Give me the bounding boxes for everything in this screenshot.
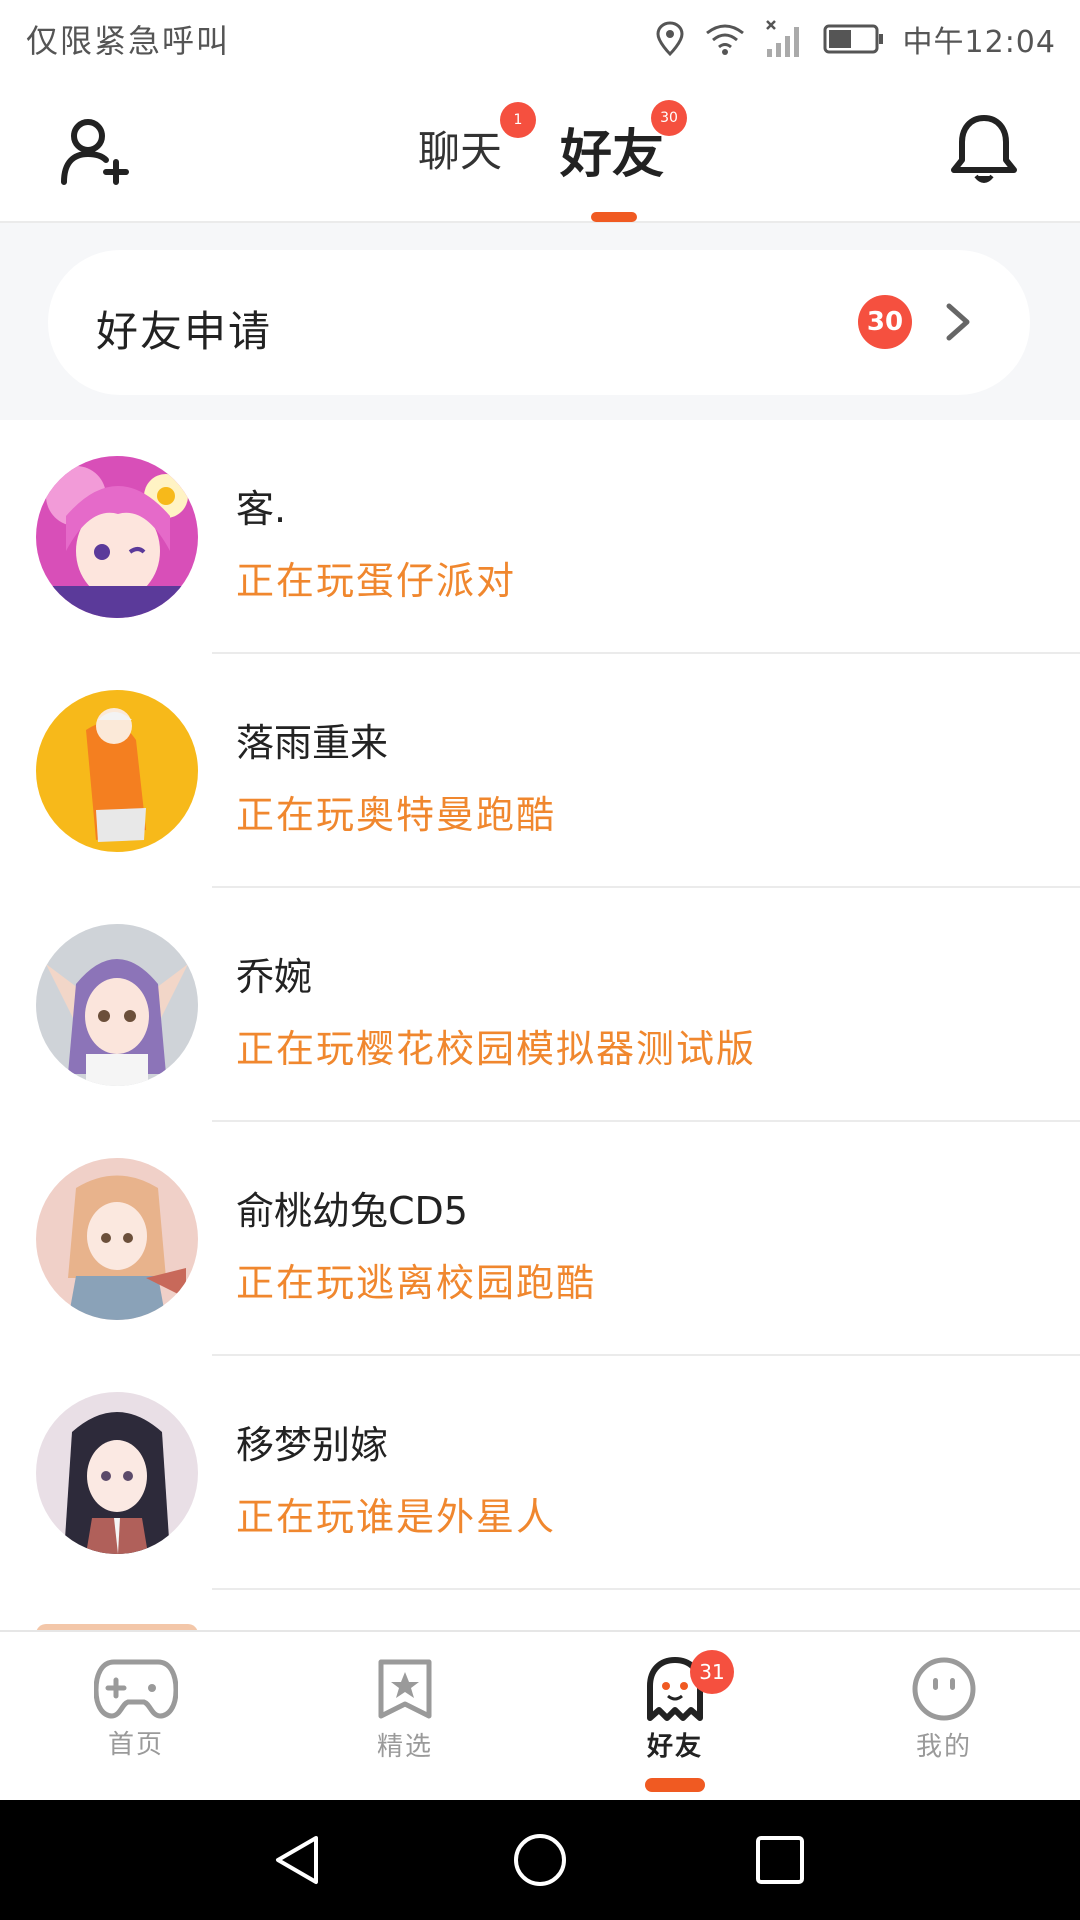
star-badge-icon [378, 1659, 432, 1719]
friend-status: 正在玩逃离校园跑酷 [236, 1261, 597, 1305]
back-icon[interactable] [268, 1830, 328, 1890]
friend-list: 客. 正在玩蛋仔派对 落雨重来 正在玩奥特曼跑酷 乔婉 正在玩樱花校园模拟器测试… [0, 420, 1080, 1590]
chevron-right-icon [946, 303, 970, 341]
friend-request-label: 好友申请 [96, 307, 273, 356]
friend-name: 落雨重来 [236, 721, 389, 765]
friend-name: 移梦别嫁 [236, 1423, 389, 1467]
friend-status: 正在玩樱花校园模拟器测试版 [236, 1027, 757, 1071]
friend-row[interactable]: 落雨重来 正在玩奥特曼跑酷 [0, 654, 1080, 888]
status-bar: 仅限紧急呼叫 中午12:04 [0, 0, 1080, 78]
friend-name: 客. [236, 487, 287, 531]
battery-icon [823, 24, 883, 54]
friend-row[interactable]: 乔婉 正在玩樱花校园模拟器测试版 [0, 888, 1080, 1122]
tab-chat[interactable]: 聊天 [418, 118, 502, 179]
recents-icon[interactable] [750, 1830, 810, 1890]
nav-label-me: 我的 [915, 1732, 972, 1762]
location-icon [656, 21, 684, 57]
tab-friends[interactable]: 好友 [560, 112, 664, 187]
avatar[interactable] [36, 1158, 198, 1320]
avatar[interactable] [36, 456, 198, 618]
active-tab-indicator [591, 212, 637, 222]
friend-request-section: 好友申请 30 [0, 223, 1080, 420]
friend-row[interactable]: 俞桃幼兔CD5 正在玩逃离校园跑酷 [0, 1122, 1080, 1356]
friend-request-row[interactable]: 好友申请 30 [48, 250, 1030, 395]
gamepad-icon [94, 1659, 178, 1719]
friend-row[interactable]: 客. 正在玩蛋仔派对 [0, 420, 1080, 654]
clock: 中午12:04 [902, 25, 1056, 60]
nav-item-me[interactable]: 我的 [864, 1656, 1024, 1796]
header: 聊天 1 好友 30 [0, 78, 1080, 223]
friend-status: 正在玩蛋仔派对 [236, 559, 517, 603]
friend-status: 正在玩奥特曼跑酷 [236, 793, 557, 837]
nav-item-home[interactable]: 首页 [56, 1656, 216, 1796]
friend-name: 俞桃幼兔CD5 [236, 1189, 468, 1233]
friend-request-count-badge: 30 [858, 295, 912, 349]
system-nav-bar [0, 1800, 1080, 1920]
nav-label-featured: 精选 [376, 1732, 433, 1762]
friends-badge: 30 [651, 100, 687, 136]
friends-nav-badge: 31 [690, 1650, 734, 1694]
bottom-nav: 首页 精选 31 好友 我的 [0, 1630, 1080, 1800]
smiley-icon [912, 1657, 976, 1721]
nav-item-friends[interactable]: 31 好友 [595, 1650, 755, 1796]
nav-active-indicator [645, 1778, 705, 1792]
nav-label-home: 首页 [107, 1730, 164, 1760]
avatar[interactable] [36, 1392, 198, 1554]
add-friend-icon[interactable] [60, 116, 130, 186]
signal-off-icon [765, 20, 799, 57]
nav-item-featured[interactable]: 精选 [325, 1656, 485, 1796]
avatar[interactable] [36, 924, 198, 1086]
friend-row[interactable]: 移梦别嫁 正在玩谁是外星人 [0, 1356, 1080, 1590]
avatar[interactable] [36, 690, 198, 852]
chat-badge: 1 [500, 102, 536, 138]
friend-status: 正在玩谁是外星人 [236, 1495, 557, 1539]
divider [212, 1588, 1080, 1590]
friend-name: 乔婉 [236, 955, 313, 999]
wifi-icon [705, 24, 744, 55]
bell-icon[interactable] [950, 114, 1018, 186]
home-icon[interactable] [510, 1830, 570, 1890]
emergency-call-text: 仅限紧急呼叫 [26, 22, 231, 60]
nav-label-friends: 好友 [646, 1732, 703, 1762]
status-icons: 中午12:04 [655, 17, 1056, 61]
